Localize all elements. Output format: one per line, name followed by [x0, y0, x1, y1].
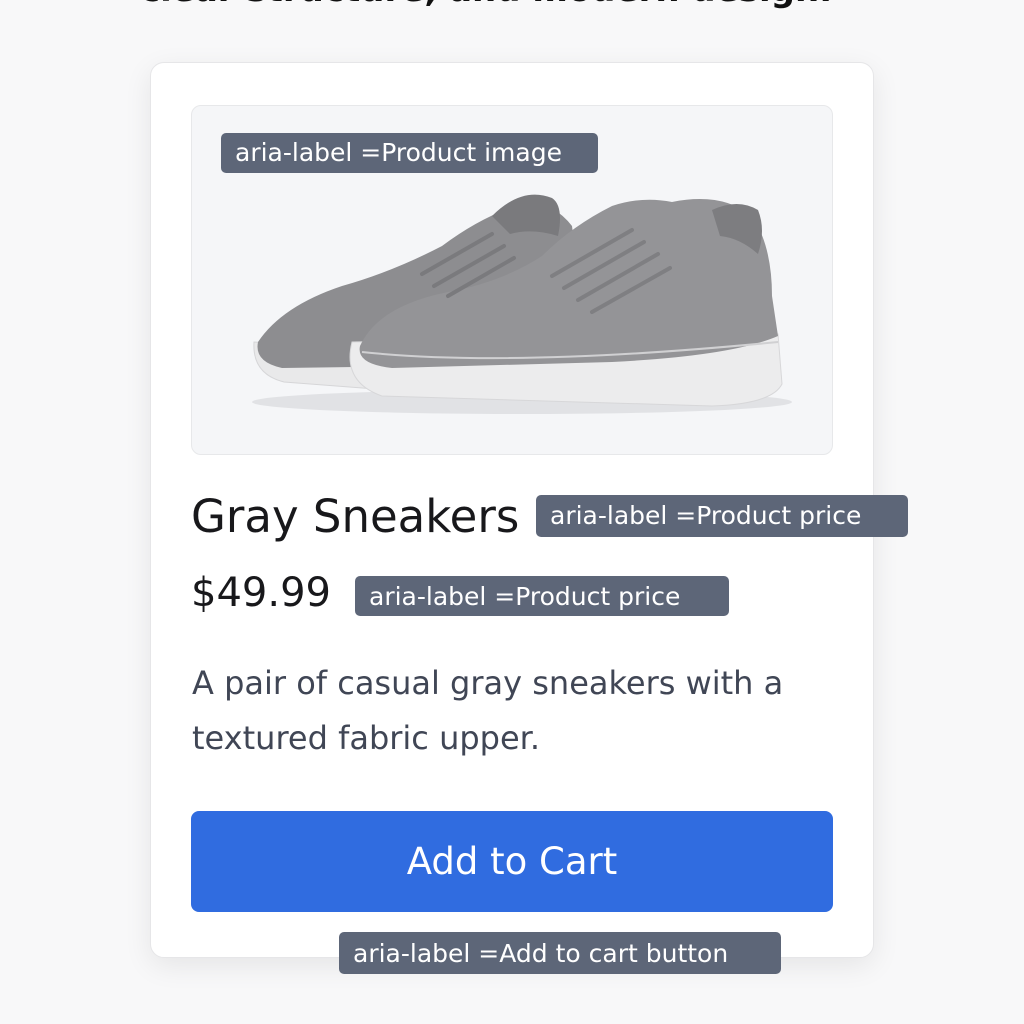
- image-aria-annotation: aria-label =Product image: [221, 133, 598, 173]
- cart-button-aria-annotation: aria-label =Add to cart button: [339, 932, 781, 974]
- product-price: $49.99: [191, 570, 331, 616]
- product-description: A pair of casual gray sneakers with a te…: [192, 664, 784, 757]
- price-aria-annotation: aria-label =Product price: [355, 576, 729, 616]
- page-heading: clear structure, and modern design.: [140, 0, 900, 10]
- page: clear structure, and modern design.: [0, 0, 1024, 1024]
- product-name: Gray Sneakers: [191, 490, 520, 543]
- name-aria-annotation: aria-label =Product price: [536, 495, 908, 537]
- add-to-cart-button[interactable]: Add to Cart: [191, 811, 833, 912]
